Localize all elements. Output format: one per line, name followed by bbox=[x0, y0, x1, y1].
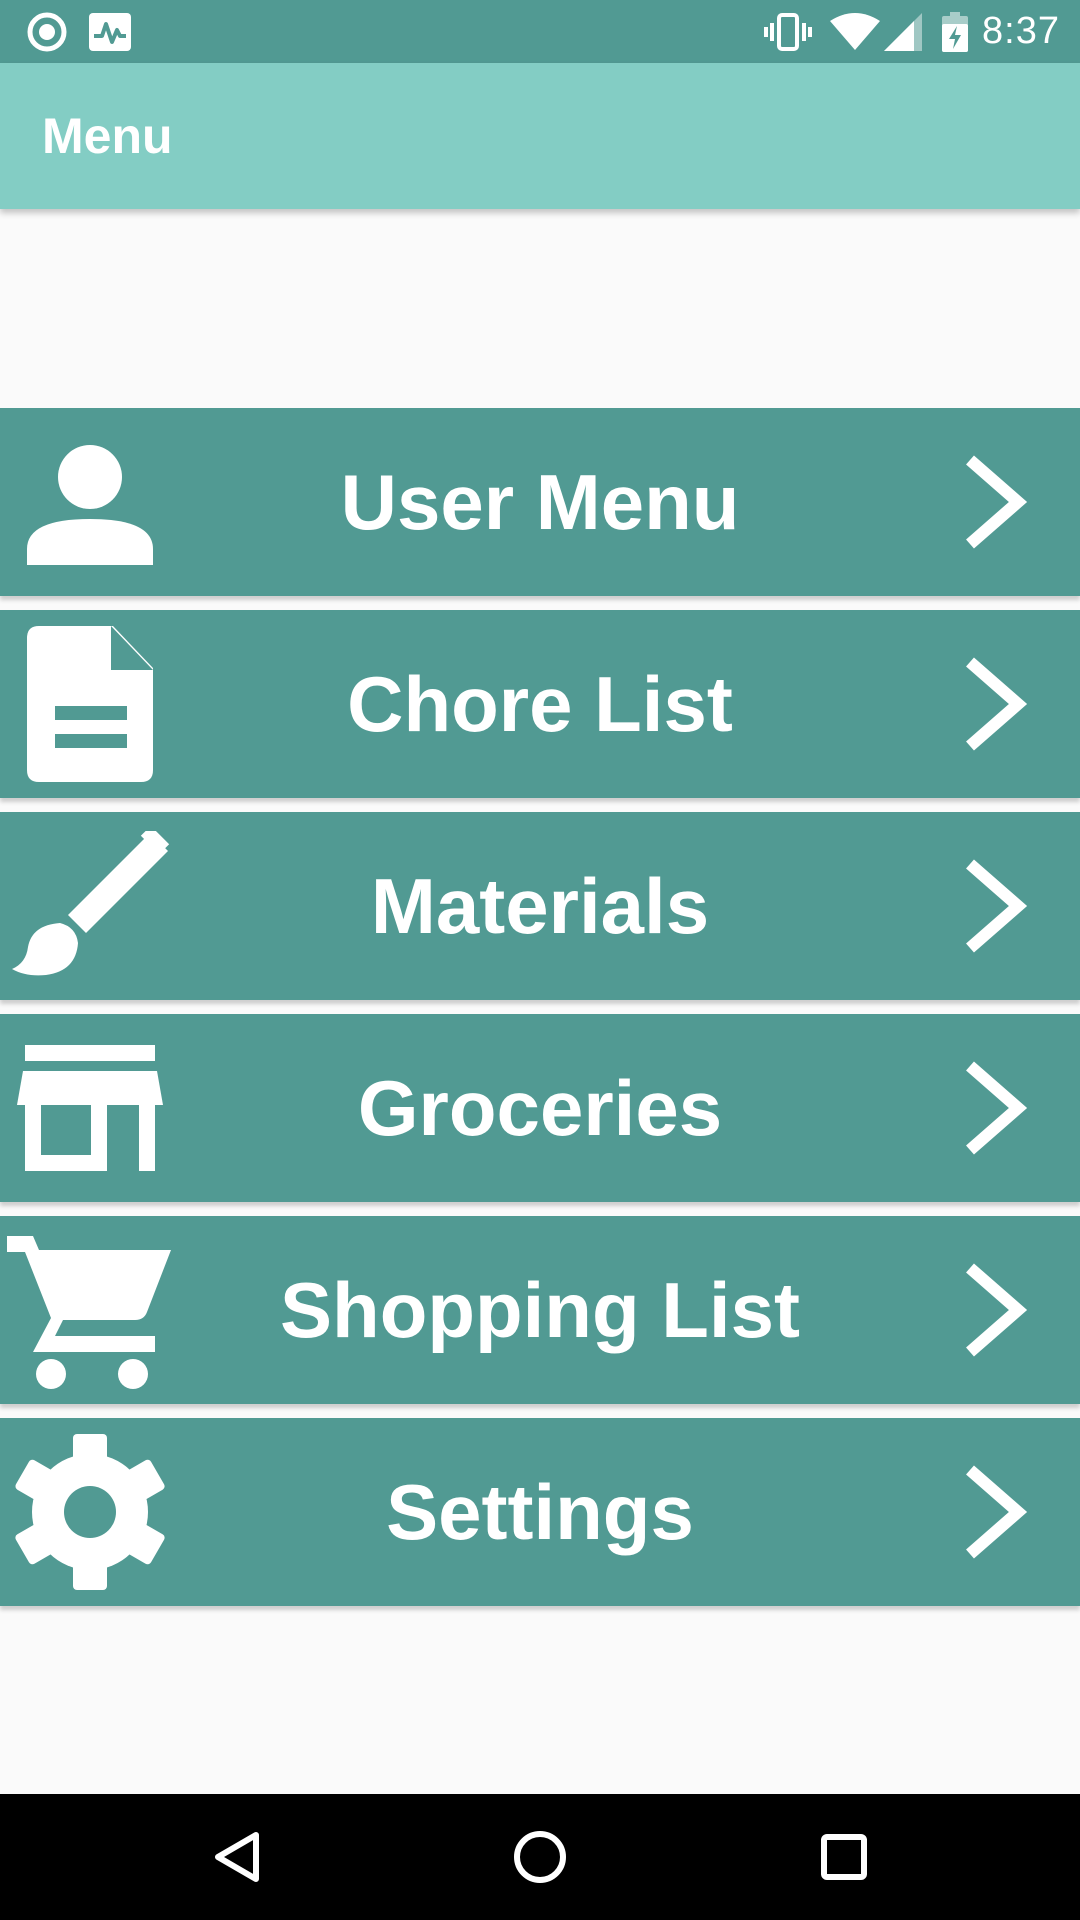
status-icons: 8:37 bbox=[764, 0, 1060, 63]
menu-item-groceries[interactable]: Groceries bbox=[0, 1014, 1080, 1202]
activity-monitor-icon bbox=[88, 0, 132, 63]
wifi-icon bbox=[830, 12, 881, 51]
menu-list: User Menu Chore List Materials Groceries… bbox=[0, 408, 1080, 1620]
menu-item-label: Settings bbox=[386, 1467, 694, 1556]
home-button[interactable] bbox=[470, 1794, 610, 1920]
chevron-right-icon bbox=[950, 1014, 1040, 1202]
battery-charging-icon bbox=[942, 11, 969, 52]
chevron-right-icon bbox=[950, 812, 1040, 1000]
vibrate-icon bbox=[764, 12, 813, 51]
chevron-right-icon bbox=[950, 408, 1040, 596]
recents-icon bbox=[821, 1834, 867, 1880]
menu-item-label: Chore List bbox=[347, 659, 733, 748]
circle-notification-icon bbox=[26, 0, 68, 63]
page-title: Menu bbox=[42, 108, 173, 164]
recents-button[interactable] bbox=[774, 1794, 914, 1920]
menu-item-chore-list[interactable]: Chore List bbox=[0, 610, 1080, 798]
home-icon bbox=[513, 1830, 567, 1884]
chevron-right-icon bbox=[950, 1418, 1040, 1606]
cell-signal-icon bbox=[884, 12, 923, 51]
back-button[interactable] bbox=[166, 1794, 306, 1920]
back-icon bbox=[212, 1831, 260, 1883]
menu-item-settings[interactable]: Settings bbox=[0, 1418, 1080, 1606]
chevron-right-icon bbox=[950, 1216, 1040, 1404]
menu-item-label: User Menu bbox=[340, 457, 740, 546]
menu-item-materials[interactable]: Materials bbox=[0, 812, 1080, 1000]
menu-item-label: Groceries bbox=[357, 1063, 723, 1152]
menu-item-shopping-list[interactable]: Shopping List bbox=[0, 1216, 1080, 1404]
menu-item-label: Materials bbox=[370, 861, 710, 950]
menu-item-label: Shopping List bbox=[280, 1265, 800, 1354]
status-bar: 8:37 bbox=[0, 0, 1080, 63]
app-bar: Menu bbox=[0, 63, 1080, 209]
menu-item-user-menu[interactable]: User Menu bbox=[0, 408, 1080, 596]
status-clock: 8:37 bbox=[982, 10, 1060, 52]
nav-bar bbox=[0, 1794, 1080, 1920]
chevron-right-icon bbox=[950, 610, 1040, 798]
